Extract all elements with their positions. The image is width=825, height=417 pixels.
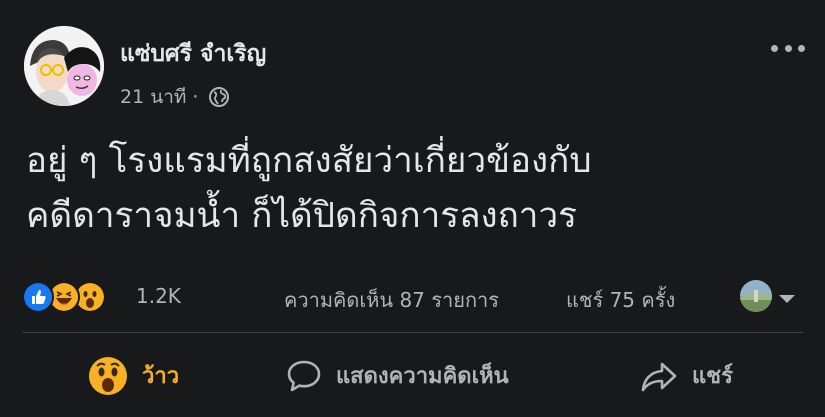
comment-button-label: แสดงความคิดเห็น [336, 364, 509, 389]
post-text: อยู่ ๆ โรงแรมที่ถูกสงสัยว่าเกี่ยวข้องกับ… [26, 134, 806, 244]
comment-icon [286, 359, 322, 393]
post-text-line: คดีดาราจมน้ำ ก็ได้ปิดกิจการลงถาวร [26, 196, 577, 236]
reaction-count[interactable]: 1.2K [136, 284, 181, 308]
post-text-line: อยู่ ๆ โรงแรมที่ถูกสงสัยว่าเกี่ยวข้องกับ [26, 141, 592, 181]
share-button[interactable]: แชร์ [640, 334, 733, 417]
post-meta: 21 นาที · [120, 84, 230, 110]
post-time[interactable]: 21 นาที [120, 82, 186, 112]
react-button[interactable]: ว้าว [88, 334, 179, 417]
meta-separator: · [192, 86, 199, 108]
facebook-post: แซ่บศรี จำเริญ 21 นาที · อยู่ ๆ โรงแรมที… [0, 0, 825, 417]
comments-count[interactable]: ความคิดเห็น 87 รายการ [284, 284, 499, 316]
divider [22, 332, 803, 333]
author-name[interactable]: แซ่บศรี จำเริญ [120, 36, 266, 72]
like-icon [22, 281, 54, 313]
globe-icon [208, 86, 230, 108]
wow-icon [88, 356, 128, 396]
share-icon [640, 360, 678, 392]
comment-button[interactable]: แสดงความคิดเห็น [286, 334, 509, 417]
engagement-stats: 1.2K ความคิดเห็น 87 รายการ แชร์ 75 ครั้ง [22, 278, 802, 314]
action-bar: ว้าว แสดงความคิดเห็น แชร์ [0, 334, 825, 417]
more-options-icon[interactable] [771, 38, 805, 58]
chevron-down-icon[interactable] [778, 290, 796, 303]
react-button-label: ว้าว [142, 364, 180, 389]
author-avatar[interactable] [24, 26, 104, 106]
viewer-avatar[interactable] [740, 280, 772, 312]
shares-count[interactable]: แชร์ 75 ครั้ง [566, 284, 675, 316]
share-button-label: แชร์ [692, 364, 733, 389]
reaction-icons[interactable] [22, 281, 126, 313]
